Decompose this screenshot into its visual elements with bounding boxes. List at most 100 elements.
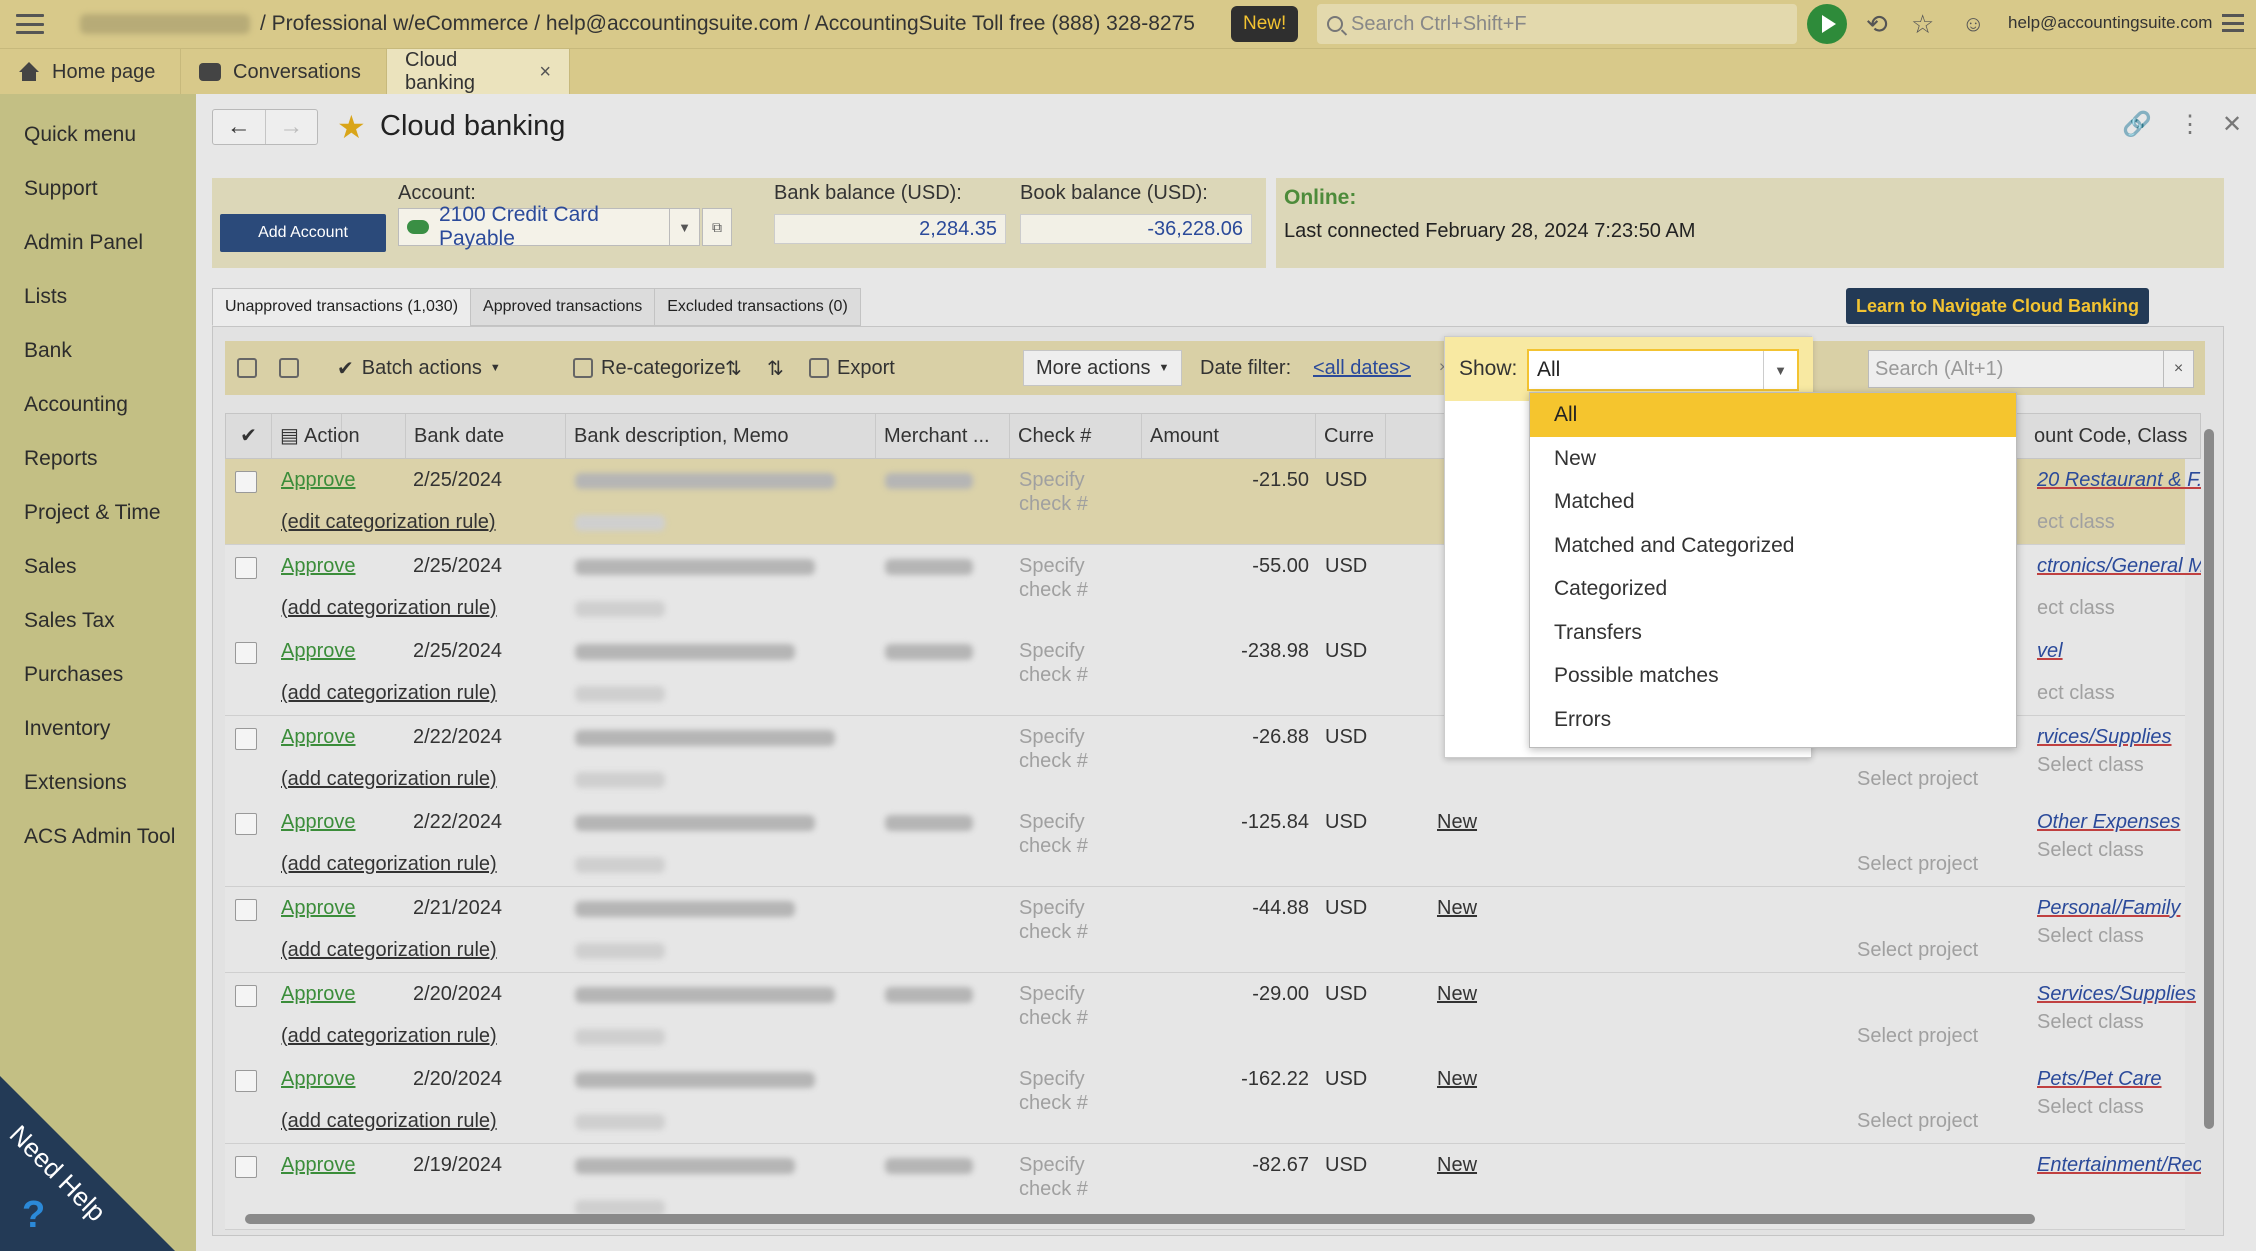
check-number-placeholder-2[interactable]: check # (1019, 1007, 1088, 1030)
user-icon[interactable]: ☺ (1962, 10, 1984, 38)
check-number-placeholder-2[interactable]: check # (1019, 921, 1088, 944)
tab-approved-transactions[interactable]: Approved transactions (470, 288, 656, 326)
vertical-scroll-thumb[interactable] (2204, 429, 2214, 1129)
check-number-placeholder[interactable]: Specify (1019, 897, 1085, 920)
status-link[interactable]: New (1437, 1068, 1477, 1091)
check-number-placeholder-2[interactable]: check # (1019, 835, 1088, 858)
sidebar-item-quick-menu[interactable]: Quick menu (0, 108, 196, 162)
project-select[interactable]: Select project (1857, 939, 1978, 962)
account-code-link[interactable]: Pets/Pet Care (2037, 1068, 2162, 1091)
column-action[interactable]: Action (296, 414, 406, 458)
row-checkbox[interactable] (235, 984, 257, 1007)
status-link[interactable]: New (1437, 811, 1477, 834)
sidebar-item-sales[interactable]: Sales (0, 540, 196, 594)
play-icon[interactable] (1807, 4, 1847, 44)
approve-link[interactable]: Approve (281, 640, 356, 663)
check-number-placeholder-2[interactable]: check # (1019, 750, 1088, 773)
approve-link[interactable]: Approve (281, 555, 356, 578)
date-filter-link[interactable]: <all dates> (1313, 341, 1411, 395)
option-new[interactable]: New (1530, 437, 2016, 481)
approve-link[interactable]: Approve (281, 983, 356, 1006)
account-select[interactable]: 2100 Credit Card Payable ▼ (398, 203, 700, 250)
class-select[interactable]: ect class (2037, 682, 2115, 705)
class-select[interactable]: ect class (2037, 511, 2115, 534)
transactions-search-input[interactable]: Search (Alt+1) × (1868, 350, 2194, 388)
class-select[interactable]: ect class (2037, 597, 2115, 620)
row-checkbox[interactable] (235, 727, 257, 750)
row-checkbox[interactable] (235, 899, 257, 921)
approve-link[interactable]: Approve (281, 1154, 356, 1177)
column-amount[interactable]: Amount (1142, 414, 1316, 458)
open-account-icon[interactable]: ⧉ (702, 208, 732, 246)
clear-search-icon[interactable]: × (2163, 351, 2193, 387)
option-categorized[interactable]: Categorized (1530, 567, 2016, 611)
categorization-rule-link[interactable]: (add categorization rule) (281, 853, 497, 876)
account-code-link[interactable]: vel (2037, 640, 2063, 663)
project-select[interactable]: Select project (1857, 1110, 1978, 1133)
tab-home-page[interactable]: Home page (0, 49, 181, 95)
sort-descending-icon[interactable]: ⇅ (767, 341, 784, 395)
check-number-placeholder-2[interactable]: check # (1019, 1178, 1088, 1201)
check-number-placeholder[interactable]: Specify (1019, 555, 1085, 578)
back-arrow-icon[interactable]: ← (213, 110, 265, 144)
row-checkbox[interactable] (235, 1070, 257, 1093)
categorization-rule-link[interactable]: (add categorization rule) (281, 1025, 497, 1048)
sidebar-item-purchases[interactable]: Purchases (0, 648, 196, 702)
learn-navigate-button[interactable]: Learn to Navigate Cloud Banking (1846, 288, 2150, 324)
sort-ascending-icon[interactable]: ⇅ (725, 341, 742, 395)
categorization-rule-link[interactable]: (add categorization rule) (281, 597, 497, 620)
favorite-star-icon[interactable]: ★ (337, 110, 366, 144)
forward-arrow-icon[interactable]: → (264, 110, 318, 144)
menu-icon[interactable] (16, 14, 44, 34)
account-code-link[interactable]: Services/Supplies (2037, 983, 2196, 1006)
account-code-link[interactable]: Other Expenses (2037, 811, 2180, 834)
vertical-more-icon[interactable]: ⋮ (2178, 110, 2202, 139)
class-select[interactable]: Select class (2037, 839, 2144, 862)
sidebar-item-project-time[interactable]: Project & Time (0, 486, 196, 540)
new-badge[interactable]: New! (1231, 6, 1299, 42)
close-icon[interactable]: × (539, 61, 551, 84)
tab-conversations[interactable]: Conversations (181, 49, 387, 95)
chevron-down-icon[interactable]: ▼ (669, 208, 699, 246)
table-row[interactable]: Approve (add categorization rule) 2/20/202… (225, 972, 2196, 1059)
categorization-rule-link[interactable]: (add categorization rule) (281, 1110, 497, 1133)
check-number-placeholder-2[interactable]: check # (1019, 1092, 1088, 1115)
show-filter-select[interactable]: All ▼ (1527, 349, 1799, 391)
star-icon[interactable]: ☆ (1911, 10, 1934, 38)
add-account-button[interactable]: Add Account (220, 214, 386, 252)
check-number-placeholder-2[interactable]: check # (1019, 664, 1088, 687)
chevron-down-icon[interactable]: ▼ (1763, 351, 1797, 389)
more-menu-icon[interactable] (2222, 14, 2244, 32)
table-row[interactable]: Approve (add categorization rule) 2/20/202… (225, 1058, 2185, 1145)
horizontal-scroll-thumb[interactable] (245, 1214, 2035, 1224)
class-select[interactable]: Select class (2037, 925, 2144, 948)
sidebar-item-reports[interactable]: Reports (0, 432, 196, 486)
approve-link[interactable]: Approve (281, 1068, 356, 1091)
batch-actions-button[interactable]: ✔ Batch actions ▼ (337, 341, 501, 395)
column-currency[interactable]: Curre (1316, 414, 1386, 458)
account-code-link[interactable]: rvices/Supplies (2037, 726, 2172, 749)
column-account-code-class[interactable]: ount Code, Class (2026, 414, 2201, 458)
copy-icon[interactable] (279, 341, 299, 395)
option-matched-and-categorized[interactable]: Matched and Categorized (1530, 524, 2016, 568)
global-search-input[interactable]: Search Ctrl+Shift+F (1317, 4, 1797, 44)
table-row[interactable]: Approve (add categorization rule) 2/21/202… (225, 887, 2185, 973)
row-checkbox[interactable] (235, 642, 257, 665)
status-link[interactable]: New (1437, 983, 1477, 1006)
column-bank-description[interactable]: Bank description, Memo (566, 414, 876, 458)
categorization-rule-link[interactable]: (edit categorization rule) (281, 511, 496, 534)
option-errors[interactable]: Errors (1530, 698, 2016, 742)
check-number-placeholder[interactable]: Specify (1019, 1068, 1085, 1091)
approve-link[interactable]: Approve (281, 726, 356, 749)
vertical-scrollbar[interactable] (2201, 413, 2215, 1165)
select-all-icon[interactable] (237, 341, 257, 395)
more-actions-button[interactable]: More actions ▼ (1023, 350, 1183, 386)
check-number-placeholder-2[interactable]: check # (1019, 493, 1088, 516)
row-checkbox[interactable] (235, 471, 257, 493)
check-number-placeholder[interactable]: Specify (1019, 811, 1085, 834)
account-code-link[interactable]: Personal/Family (2037, 897, 2180, 920)
sidebar-item-sales-tax[interactable]: Sales Tax (0, 594, 196, 648)
export-button[interactable]: Export (809, 341, 895, 395)
recategorize-button[interactable]: Re-categorize (573, 341, 726, 395)
close-icon[interactable]: ✕ (2222, 110, 2242, 139)
